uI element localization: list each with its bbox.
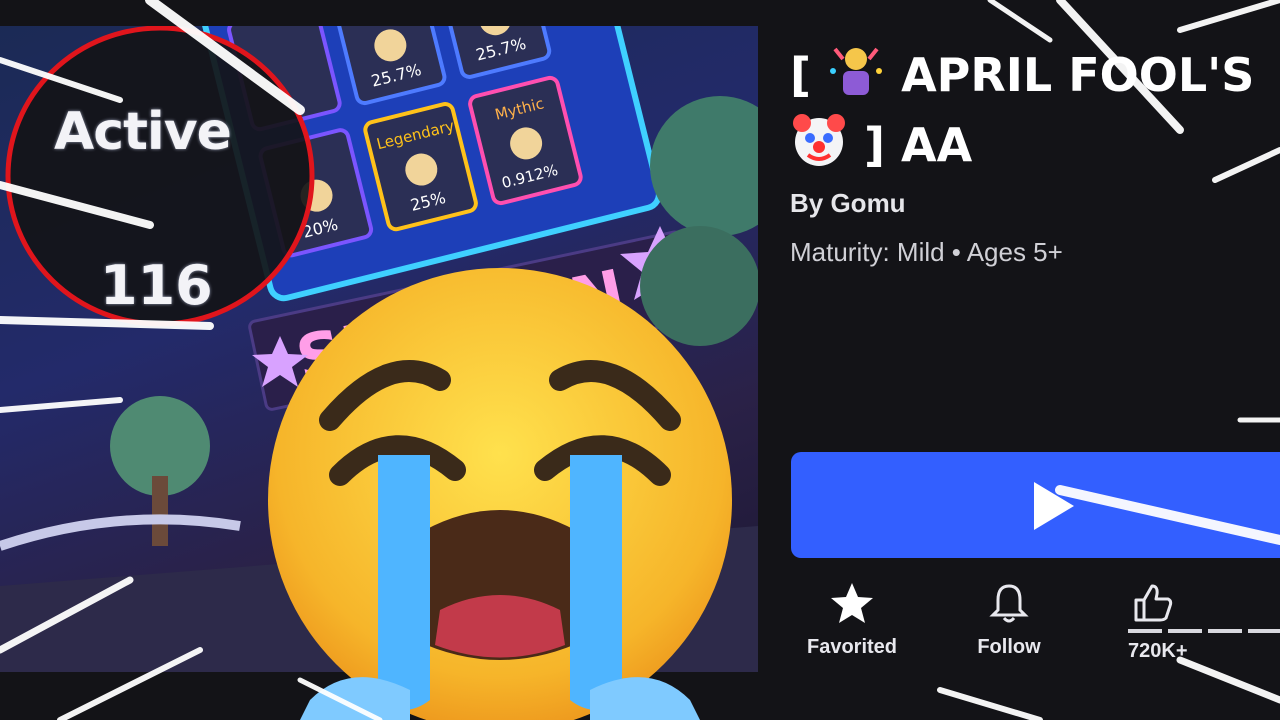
follow-label: Follow [977, 636, 1041, 658]
play-button[interactable] [791, 452, 1280, 558]
active-label: Active [54, 102, 232, 162]
game-thumbnail: Rare 25.7% 25.7% Legendary 25% Mythic 0.… [0, 26, 758, 672]
maturity-rating: Maturity: Mild • Ages 5+ [790, 237, 1063, 267]
creator-link[interactable]: By Gomu [790, 188, 1280, 219]
star-icon [831, 583, 873, 623]
bell-icon [989, 584, 1029, 623]
like-count: 720K+ [1128, 640, 1188, 662]
title-bracket-open: [ [790, 48, 812, 102]
game-info: [ APRIL FOOL'S ] AA By Gomu Maturity: Mi… [790, 40, 1280, 268]
favorite-label: Favorited [806, 636, 898, 658]
title-line-2: ] AA [864, 118, 973, 172]
title-line-1: APRIL FOOL'S [901, 48, 1255, 102]
follow-button[interactable]: Follow [954, 580, 1064, 659]
game-title: [ APRIL FOOL'S ] AA [790, 40, 1280, 180]
thumbs-up-icon [1134, 584, 1173, 622]
play-icon [1034, 482, 1074, 530]
clown-face-icon [793, 114, 845, 166]
favorite-button[interactable]: Favorited [797, 580, 907, 659]
active-count: 116 [100, 254, 213, 317]
like-ratio-bar [1128, 629, 1280, 633]
person-party-popper-icon [830, 47, 883, 95]
like-button[interactable]: 720K+ [1100, 580, 1190, 663]
